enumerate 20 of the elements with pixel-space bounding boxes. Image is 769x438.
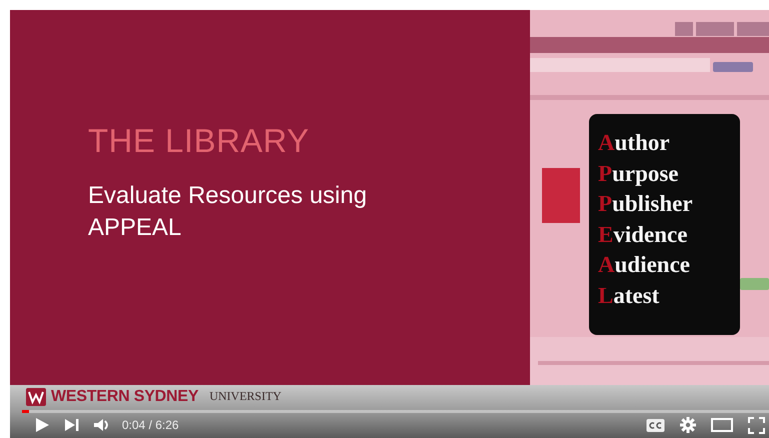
- acronym-word: Latest: [598, 282, 660, 310]
- captions-button[interactable]: [646, 418, 665, 433]
- acronym-word: Publisher: [598, 190, 693, 218]
- acronym-word: Evidence: [598, 220, 688, 248]
- logo-subtitle: UNIVERSITY: [209, 389, 282, 404]
- acronym-word: Author: [598, 129, 670, 157]
- progress-fill[interactable]: [22, 410, 30, 413]
- shield-logo-icon: [26, 388, 46, 406]
- theater-mode-button[interactable]: [711, 417, 733, 434]
- acronym-word: Audience: [598, 251, 690, 279]
- settings-button[interactable]: [680, 417, 696, 434]
- volume-button[interactable]: [93, 417, 110, 434]
- logo-title: WESTERN SYDNEY: [51, 388, 198, 406]
- acronym-word: Purpose: [598, 160, 679, 188]
- slide-subtitle: Evaluate Resources using APPEAL: [88, 181, 368, 243]
- next-button[interactable]: [64, 417, 79, 434]
- fullscreen-button[interactable]: [748, 416, 765, 434]
- slide-title: THE LIBRARY: [88, 122, 310, 160]
- time-display: 0:04 / 6:26: [122, 418, 179, 432]
- play-button[interactable]: [34, 417, 50, 434]
